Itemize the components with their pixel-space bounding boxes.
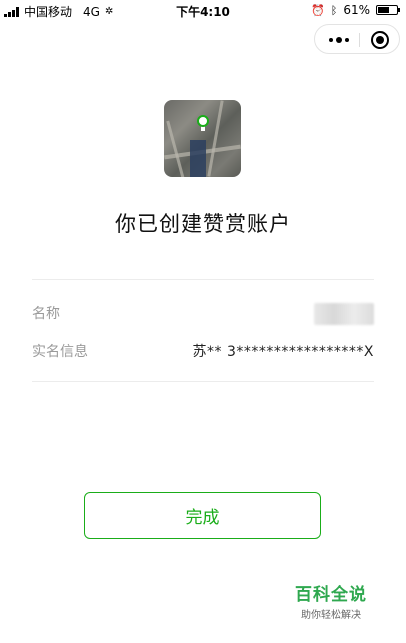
name-row: 名称 (32, 301, 374, 325)
page-title: 你已创建赞赏账户 (115, 212, 291, 236)
divider-top (32, 279, 374, 280)
more-dots-icon[interactable] (325, 33, 353, 47)
alarm-icon: ⏰ (311, 3, 325, 17)
realname-value: 苏** 3*****************X (192, 344, 374, 360)
divider-bottom (32, 381, 374, 382)
status-right: ⏰ ᛒ 61% (311, 3, 400, 17)
battery-icon (376, 5, 400, 15)
watermark-subtitle: 助你轻松解决 (301, 610, 361, 621)
realname-row: 实名信息 苏** 3*****************X (32, 339, 374, 361)
account-avatar (164, 100, 241, 177)
battery-percent: 61% (343, 3, 370, 17)
done-button[interactable]: 完成 (84, 492, 321, 539)
watermark: 百科全说 助你轻松解决 (286, 580, 376, 621)
name-value-blurred (314, 303, 374, 325)
target-close-icon[interactable] (371, 31, 389, 49)
status-bar: 中国移动 4G ✲ 下午4:10 ⏰ ᛒ 61% (0, 0, 406, 20)
realname-label: 实名信息 (32, 344, 88, 360)
bluetooth-icon: ᛒ (330, 3, 338, 17)
miniprogram-capsule (314, 24, 400, 54)
location-pin-icon (197, 115, 209, 127)
name-label: 名称 (32, 306, 60, 322)
capsule-divider (359, 33, 360, 47)
watermark-title: 百科全说 (295, 585, 367, 605)
